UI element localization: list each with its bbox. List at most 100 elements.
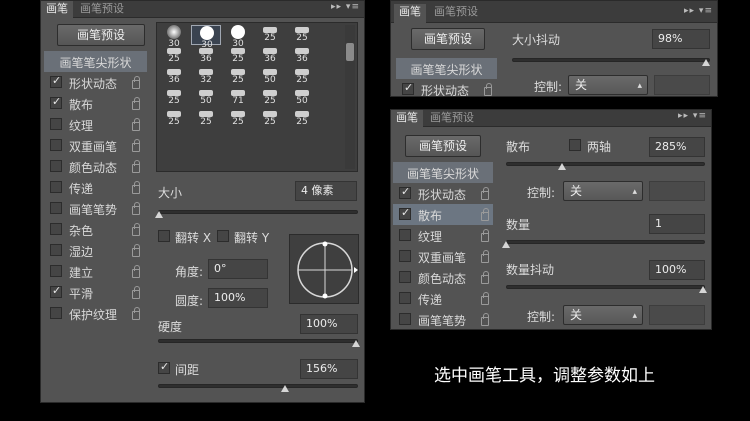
brush-tip-cell[interactable]: 36 [191, 46, 221, 66]
brush-tip-cell[interactable]: 25 [159, 46, 189, 66]
list-item-brush-tip-shape[interactable]: 画笔笔尖形状 [396, 58, 497, 79]
lock-icon[interactable] [481, 271, 489, 284]
brush-tip-cell[interactable]: 50 [191, 88, 221, 108]
option-checkbox[interactable] [50, 139, 62, 151]
brush-tip-cell[interactable]: 30 [159, 25, 189, 49]
brush-tip-cell[interactable]: 25 [255, 25, 285, 45]
grid-scrollbar-thumb[interactable] [346, 43, 354, 61]
panel-menu-icon[interactable]: ▸▸ ▾≡ [678, 111, 707, 121]
size-input[interactable]: 4 像素 [295, 181, 357, 201]
count-jitter-input[interactable]: 100% [649, 260, 705, 280]
list-item-shape-dynamics[interactable]: 形状动态 [396, 79, 497, 96]
panel-menu-icon[interactable]: ▸▸ ▾≡ [331, 2, 360, 12]
brush-tip-cell[interactable]: 25 [287, 25, 317, 45]
brush-tip-cell[interactable]: 25 [287, 109, 317, 129]
panel-menu-icon[interactable]: ▸▸ ▾≡ [684, 6, 713, 16]
option-checkbox[interactable] [50, 95, 62, 109]
brush-presets-button[interactable]: 画笔预设 [411, 28, 485, 50]
brush-tip-cell[interactable]: 30 [191, 25, 221, 50]
spacing-slider[interactable] [158, 384, 358, 388]
option-checkbox[interactable] [399, 292, 411, 304]
lock-icon[interactable] [481, 313, 489, 326]
option-checkbox[interactable] [50, 202, 62, 214]
tab-brush-presets[interactable]: 画笔预设 [425, 110, 479, 127]
grid-scrollbar[interactable] [345, 25, 355, 169]
brush-tip-cell[interactable]: 25 [287, 67, 317, 87]
list-item-option[interactable]: 传递 [44, 177, 147, 198]
list-item-option[interactable]: 画笔笔势 [44, 198, 147, 219]
flip-y-checkbox[interactable] [217, 230, 229, 242]
lock-icon[interactable] [481, 250, 489, 263]
option-checkbox[interactable] [50, 265, 62, 277]
option-checkbox[interactable] [399, 206, 411, 220]
size-slider[interactable] [158, 210, 358, 214]
lock-icon[interactable] [132, 181, 140, 194]
brush-tip-cell[interactable]: 25 [255, 88, 285, 108]
list-item-option[interactable]: 纹理 [393, 225, 493, 246]
brush-tip-cell[interactable]: 30 [223, 25, 253, 49]
option-checkbox[interactable] [50, 74, 62, 88]
list-item-option[interactable]: 双重画笔 [393, 246, 493, 267]
lock-icon[interactable] [132, 139, 140, 152]
lock-icon[interactable] [481, 187, 489, 200]
option-checkbox[interactable] [399, 250, 411, 262]
lock-icon[interactable] [481, 208, 489, 221]
size-jitter-slider-knob[interactable] [702, 59, 710, 66]
brush-presets-button[interactable]: 画笔预设 [405, 135, 481, 157]
flip-x-checkbox[interactable] [158, 230, 170, 242]
brush-tip-cell[interactable]: 50 [287, 88, 317, 108]
hardness-slider-knob[interactable] [352, 340, 360, 347]
angle-roundness-widget[interactable] [289, 234, 359, 304]
lock-icon[interactable] [132, 307, 140, 320]
count-slider-knob[interactable] [502, 241, 510, 248]
lock-icon[interactable] [132, 202, 140, 215]
list-item-option[interactable]: 双重画笔 [44, 135, 147, 156]
roundness-input[interactable]: 100% [208, 288, 268, 308]
list-item-option[interactable]: 散布 [393, 204, 493, 225]
list-item-option[interactable]: 湿边 [44, 240, 147, 261]
option-checkbox[interactable] [50, 118, 62, 130]
size-jitter-slider[interactable] [512, 58, 710, 62]
shape-dynamics-checkbox[interactable] [402, 81, 414, 95]
tab-brush-presets[interactable]: 画笔预设 [429, 4, 483, 21]
lock-icon[interactable] [132, 160, 140, 173]
list-item-option[interactable]: 杂色 [44, 219, 147, 240]
brush-tip-cell[interactable]: 25 [223, 67, 253, 87]
scatter-slider-knob[interactable] [558, 163, 566, 170]
brush-tip-cell[interactable]: 36 [159, 67, 189, 87]
list-item-brush-tip-shape[interactable]: 画笔笔尖形状 [393, 162, 493, 183]
control2-dropdown[interactable]: 关 ▴ [563, 305, 643, 325]
brush-tip-cell[interactable]: 25 [159, 88, 189, 108]
spacing-checkbox[interactable] [158, 360, 170, 374]
brush-tip-cell[interactable]: 25 [191, 109, 221, 129]
option-checkbox[interactable] [399, 229, 411, 241]
count-jitter-slider-knob[interactable] [699, 286, 707, 293]
brush-tip-cell[interactable]: 32 [191, 67, 221, 87]
control-dropdown[interactable]: 关 ▴ [563, 181, 643, 201]
size-jitter-input[interactable]: 98% [652, 29, 710, 49]
list-item-option[interactable]: 形状动态 [393, 183, 493, 204]
lock-icon[interactable] [132, 97, 140, 110]
option-checkbox[interactable] [50, 244, 62, 256]
tab-brush[interactable]: 画笔 [41, 1, 73, 18]
scatter-input[interactable]: 285% [649, 137, 705, 157]
tab-brush-presets[interactable]: 画笔预设 [75, 1, 129, 18]
option-checkbox[interactable] [50, 223, 62, 235]
option-checkbox[interactable] [399, 313, 411, 325]
size-slider-knob[interactable] [155, 211, 163, 218]
list-item-option[interactable]: 建立 [44, 261, 147, 282]
brush-tip-cell[interactable]: 25 [223, 109, 253, 129]
lock-icon[interactable] [132, 286, 140, 299]
list-item-brush-tip-shape[interactable]: 画笔笔尖形状 [44, 51, 147, 72]
brush-tip-cell[interactable]: 36 [287, 46, 317, 66]
brush-tip-cell[interactable]: 36 [255, 46, 285, 66]
list-item-option[interactable]: 传递 [393, 288, 493, 309]
brush-tip-cell[interactable]: 25 [223, 46, 253, 66]
list-item-option[interactable]: 纹理 [44, 114, 147, 135]
lock-icon[interactable] [484, 83, 492, 96]
list-item-option[interactable]: 形状动态 [44, 72, 147, 93]
brush-tip-cell[interactable]: 71 [223, 88, 253, 108]
list-item-option[interactable]: 颜色动态 [393, 267, 493, 288]
brush-tip-cell[interactable]: 25 [159, 109, 189, 129]
spacing-input[interactable]: 156% [300, 359, 358, 379]
